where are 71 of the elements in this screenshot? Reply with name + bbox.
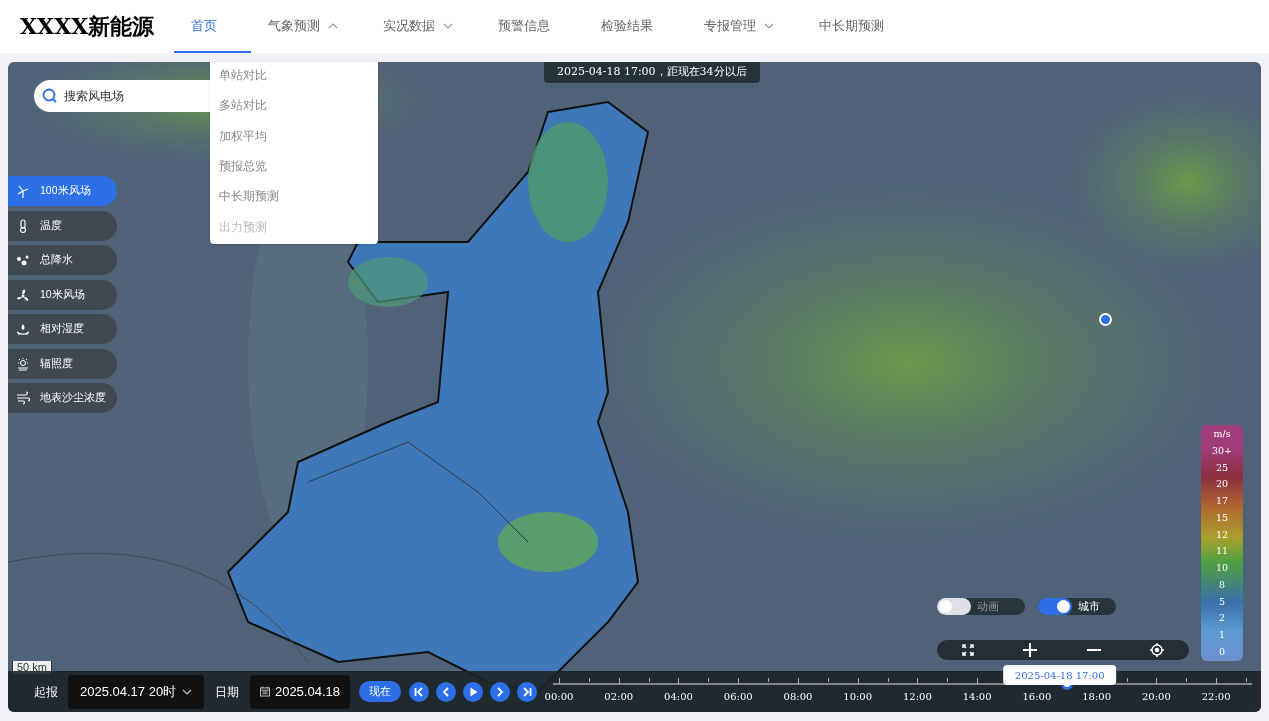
date-label: 日期 <box>215 683 239 701</box>
legend-label: 30+ <box>1211 444 1233 457</box>
nav-tab[interactable]: 预警信息 <box>481 0 585 53</box>
time-tick-label: 06:00 <box>723 690 753 704</box>
time-tick-label: 04:00 <box>664 690 693 704</box>
wind-turbine-icon <box>16 184 30 198</box>
menu-item[interactable]: 预报总览 <box>210 150 378 182</box>
layer-button[interactable]: 10米风场 <box>8 279 117 310</box>
now-button[interactable]: 现在 <box>359 681 401 702</box>
fan-icon <box>16 287 30 302</box>
legend-label: 8 <box>1218 578 1225 591</box>
calendar-icon <box>260 686 270 697</box>
layer-button[interactable]: 辐照度 <box>8 348 117 379</box>
nav-tab[interactable]: 专报管理 <box>687 0 803 53</box>
legend-label: 1 <box>1218 629 1225 642</box>
fullscreen-icon[interactable] <box>961 644 974 656</box>
toggle-switch[interactable]: 城市 <box>1038 598 1116 615</box>
droplets-icon <box>16 253 30 267</box>
issue-time-select[interactable]: 2025.04.17 20时 <box>68 674 204 709</box>
chevron-down-icon <box>182 688 192 695</box>
previous-icon[interactable] <box>436 681 456 702</box>
layer-button[interactable]: 总降水 <box>8 245 117 275</box>
legend-label: 2 <box>1218 612 1225 625</box>
skip-end-icon[interactable] <box>517 681 537 702</box>
search-icon <box>42 88 58 104</box>
next-icon[interactable] <box>490 681 510 702</box>
legend-label: 25 <box>1215 461 1229 474</box>
play-icon[interactable] <box>463 681 483 702</box>
location-marker-icon <box>1099 313 1112 326</box>
time-tick-label: 10:00 <box>843 690 873 704</box>
time-tick-label: 02:00 <box>604 690 634 704</box>
nav-tab[interactable]: 中长期预测 <box>802 0 919 53</box>
nav-tab[interactable]: 首页 <box>174 0 252 53</box>
legend-label: 10 <box>1215 562 1229 575</box>
legend-label: 11 <box>1215 545 1229 558</box>
time-tick-label: 00:00 <box>544 690 574 704</box>
time-tick-label: 08:00 <box>783 690 813 704</box>
skip-start-icon[interactable] <box>409 681 429 702</box>
time-tick-label: 16:00 <box>1022 690 1052 704</box>
wind-icon <box>16 391 30 405</box>
legend-label: 20 <box>1215 478 1229 491</box>
time-tick-label: 14:00 <box>962 690 992 704</box>
time-banner: 2025-04-18 17:00，距现在34分以后 <box>544 62 760 83</box>
layer-button[interactable]: 相对湿度 <box>8 314 117 344</box>
sun-icon <box>16 356 30 371</box>
date-field[interactable]: 2025.04.18 <box>250 674 350 709</box>
layer-button[interactable]: 100米风场 <box>8 176 117 206</box>
legend-label: 0 <box>1218 645 1225 658</box>
legend-label: 17 <box>1215 495 1229 508</box>
layer-button[interactable]: 温度 <box>8 210 117 241</box>
legend-label: 15 <box>1215 511 1229 524</box>
legend-unit: m/s <box>1213 428 1231 440</box>
menu-item[interactable]: 中长期预测 <box>210 181 378 212</box>
time-tick-label: 12:00 <box>903 690 932 704</box>
time-tick-label: 20:00 <box>1142 690 1171 704</box>
layer-button[interactable]: 地表沙尘浓度 <box>8 383 117 413</box>
app-logo: XXXX新能源 <box>19 12 156 41</box>
legend-label: 5 <box>1218 595 1225 608</box>
nav-tab[interactable]: 检验结果 <box>584 0 688 53</box>
humidity-icon <box>16 322 30 336</box>
legend-label: 12 <box>1215 528 1229 541</box>
menu-item[interactable]: 加权平均 <box>210 120 378 151</box>
nav-tab[interactable]: 气象预测 <box>251 0 367 53</box>
nav-tab[interactable]: 实况数据 <box>366 0 482 53</box>
zoom-in-icon[interactable] <box>1023 643 1038 657</box>
time-tooltip: 2025-04-18 17:00 <box>1002 665 1117 685</box>
issue-label: 起报 <box>34 683 58 701</box>
time-tick-label: 18:00 <box>1082 690 1112 704</box>
time-tick-label: 22:00 <box>1201 690 1231 704</box>
toggle-switch[interactable]: 动画 <box>937 598 1025 615</box>
locate-icon[interactable] <box>1150 643 1165 657</box>
